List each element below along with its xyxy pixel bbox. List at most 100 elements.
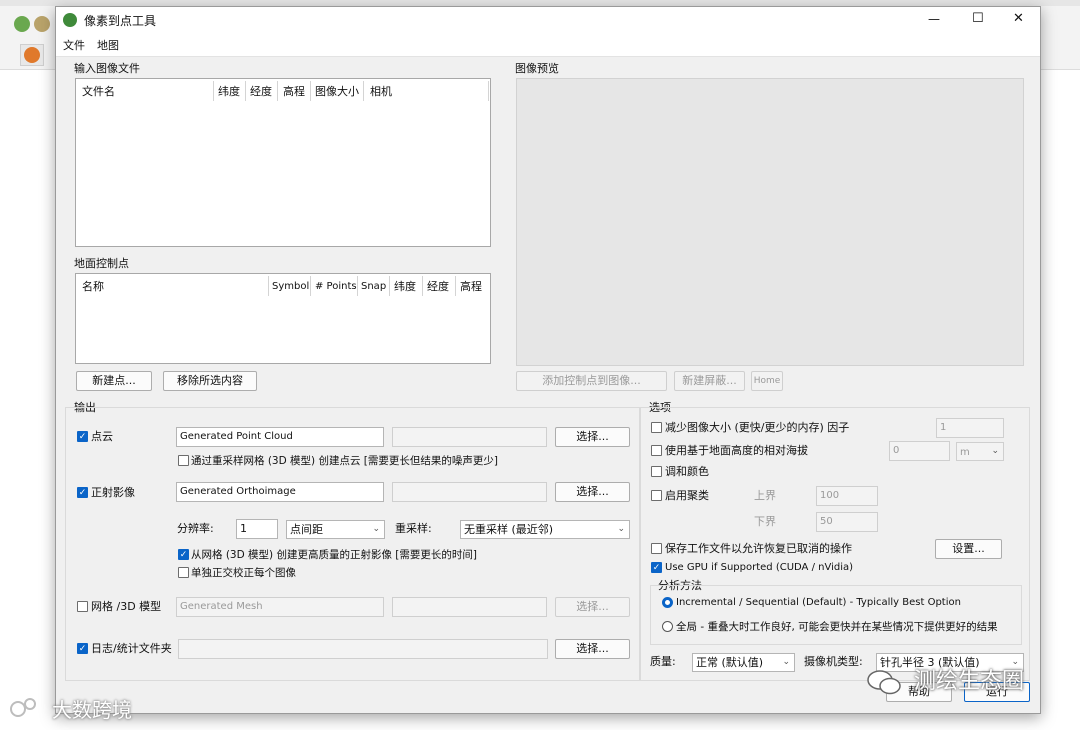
column-header-filename[interactable]: 文件名 — [82, 84, 115, 100]
log-folder-checkbox[interactable] — [77, 643, 88, 654]
resolution-input[interactable]: 1 — [236, 519, 278, 539]
column-separator — [277, 81, 278, 101]
column-header-points[interactable]: # Points — [315, 279, 357, 295]
quality-select[interactable]: 正常 (默认值) ⌄ — [692, 653, 795, 672]
orthoimage-choose-button[interactable]: 选择... — [555, 482, 630, 502]
point-cloud-choose-button[interactable]: 选择... — [555, 427, 630, 447]
altitude-unit-select: m ⌄ — [956, 442, 1004, 461]
column-header-elevation[interactable]: 高程 — [460, 279, 482, 295]
point-cloud-path-input — [392, 427, 547, 447]
image-preview-title: 图像预览 — [515, 62, 559, 75]
add-gcp-to-image-button[interactable]: 添加控制点到图像... — [516, 371, 667, 391]
use-gpu-checkbox[interactable] — [651, 562, 662, 573]
log-folder-path-input — [178, 639, 548, 659]
remove-selected-button[interactable]: 移除所选内容 — [163, 371, 257, 391]
mesh-label: 网格 /3D 模型 — [91, 600, 162, 613]
watermark-logo-right — [866, 668, 902, 696]
altitude-unit-value: m — [960, 447, 970, 458]
menu-bar: 文件 地图 — [56, 35, 1040, 57]
mesh-choose-button[interactable]: 选择... — [555, 597, 630, 617]
input-images-table[interactable]: 文件名 纬度 经度 高程 图像大小 相机 — [75, 78, 491, 247]
new-mask-button[interactable]: 新建屏蔽... — [674, 371, 745, 391]
mesh-name-input: Generated Mesh — [176, 597, 384, 617]
column-header-elevation[interactable]: 高程 — [283, 84, 305, 100]
background-tool-button[interactable] — [20, 44, 44, 66]
resolution-label: 分辨率: — [177, 522, 214, 535]
minimize-button[interactable]: — — [928, 12, 940, 26]
image-preview-area[interactable] — [516, 78, 1024, 366]
analysis-method-group — [650, 585, 1022, 645]
point-cloud-name-input[interactable]: Generated Point Cloud — [176, 427, 384, 447]
column-separator — [422, 276, 423, 296]
app-icon — [63, 13, 77, 27]
column-separator — [357, 276, 358, 296]
column-header-symbol[interactable]: Symbol — [272, 279, 309, 295]
resample-label: 重采样: — [395, 522, 432, 535]
column-separator — [488, 81, 489, 101]
settings-button[interactable]: 设置... — [935, 539, 1002, 559]
orthoimage-name-input[interactable]: Generated Orthoimage — [176, 482, 384, 502]
save-work-checkbox[interactable] — [651, 543, 662, 554]
analysis-incremental-label: Incremental / Sequential (Default) - Typ… — [676, 597, 961, 608]
mesh-path-input — [392, 597, 547, 617]
relative-altitude-checkbox[interactable] — [651, 445, 662, 456]
chevron-down-icon: ⌄ — [617, 524, 625, 534]
maximize-button[interactable]: ☐ — [972, 12, 984, 26]
column-separator — [268, 276, 269, 296]
column-header-name[interactable]: 名称 — [82, 279, 104, 295]
resample-select[interactable]: 无重采样 (最近邻) ⌄ — [460, 520, 630, 539]
point-cloud-label: 点云 — [91, 430, 113, 443]
chevron-down-icon: ⌄ — [991, 446, 999, 456]
quality-value: 正常 (默认值) — [696, 656, 764, 669]
clustering-checkbox[interactable] — [651, 490, 662, 501]
chevron-down-icon: ⌄ — [782, 657, 790, 667]
column-header-snap[interactable]: Snap — [361, 279, 386, 295]
wechat-icon — [867, 670, 901, 695]
watermark-left-text: 大数跨境 — [52, 698, 132, 722]
relative-altitude-input: 0 — [889, 441, 950, 461]
column-header-lon[interactable]: 经度 — [427, 279, 449, 295]
gcp-table[interactable]: 名称 Symbol # Points Snap 纬度 经度 高程 — [75, 273, 491, 364]
column-header-lon[interactable]: 经度 — [250, 84, 272, 100]
watermark-logo-left — [8, 695, 42, 721]
relative-altitude-label: 使用基于地面高度的相对海拔 — [665, 444, 808, 457]
cluster-lower-input: 50 — [816, 512, 878, 532]
home-button[interactable]: Home — [751, 371, 783, 391]
new-point-button[interactable]: 新建点... — [76, 371, 152, 391]
resolution-unit-select[interactable]: 点间距 ⌄ — [286, 520, 385, 539]
menu-map[interactable]: 地图 — [97, 39, 119, 53]
orthoimage-path-input — [392, 482, 547, 502]
resample-mesh-point-cloud-checkbox[interactable] — [178, 455, 189, 466]
input-images-title: 输入图像文件 — [74, 62, 140, 75]
analysis-global-radio[interactable] — [662, 621, 673, 632]
analysis-global-label: 全局 - 重叠大时工作良好, 可能会更快并在某些情况下提供更好的结果 — [676, 621, 998, 633]
globe-icon[interactable] — [34, 16, 50, 32]
column-header-image-size[interactable]: 图像大小 — [315, 84, 359, 100]
cluster-upper-input: 100 — [816, 486, 878, 506]
ortho-each-image-checkbox[interactable] — [178, 567, 189, 578]
orthoimage-checkbox[interactable] — [77, 487, 88, 498]
mesh-ortho-checkbox[interactable] — [178, 549, 189, 560]
watermark-right-text: 测绘生态圈 — [914, 669, 1025, 694]
analysis-incremental-radio[interactable] — [662, 597, 673, 608]
reduce-size-checkbox[interactable] — [651, 422, 662, 433]
cluster-lower-label: 下界 — [754, 515, 776, 528]
column-separator — [310, 81, 311, 101]
close-button[interactable]: ✕ — [1013, 12, 1024, 26]
column-separator — [363, 81, 364, 101]
adjust-color-checkbox[interactable] — [651, 466, 662, 477]
column-separator — [310, 276, 311, 296]
layer-icon[interactable] — [14, 16, 30, 32]
log-folder-label: 日志/统计文件夹 — [91, 642, 172, 655]
use-gpu-label: Use GPU if Supported (CUDA / nVidia) — [665, 562, 854, 573]
menu-file[interactable]: 文件 — [63, 39, 85, 53]
save-work-label: 保存工作文件以允许恢复已取消的操作 — [665, 542, 852, 555]
gcp-title: 地面控制点 — [74, 257, 129, 270]
column-header-lat[interactable]: 纬度 — [394, 279, 416, 295]
cluster-upper-label: 上界 — [754, 489, 776, 502]
point-cloud-checkbox[interactable] — [77, 431, 88, 442]
column-header-lat[interactable]: 纬度 — [218, 84, 240, 100]
mesh-checkbox[interactable] — [77, 601, 88, 612]
column-header-camera[interactable]: 相机 — [370, 84, 392, 100]
log-folder-choose-button[interactable]: 选择... — [555, 639, 630, 659]
